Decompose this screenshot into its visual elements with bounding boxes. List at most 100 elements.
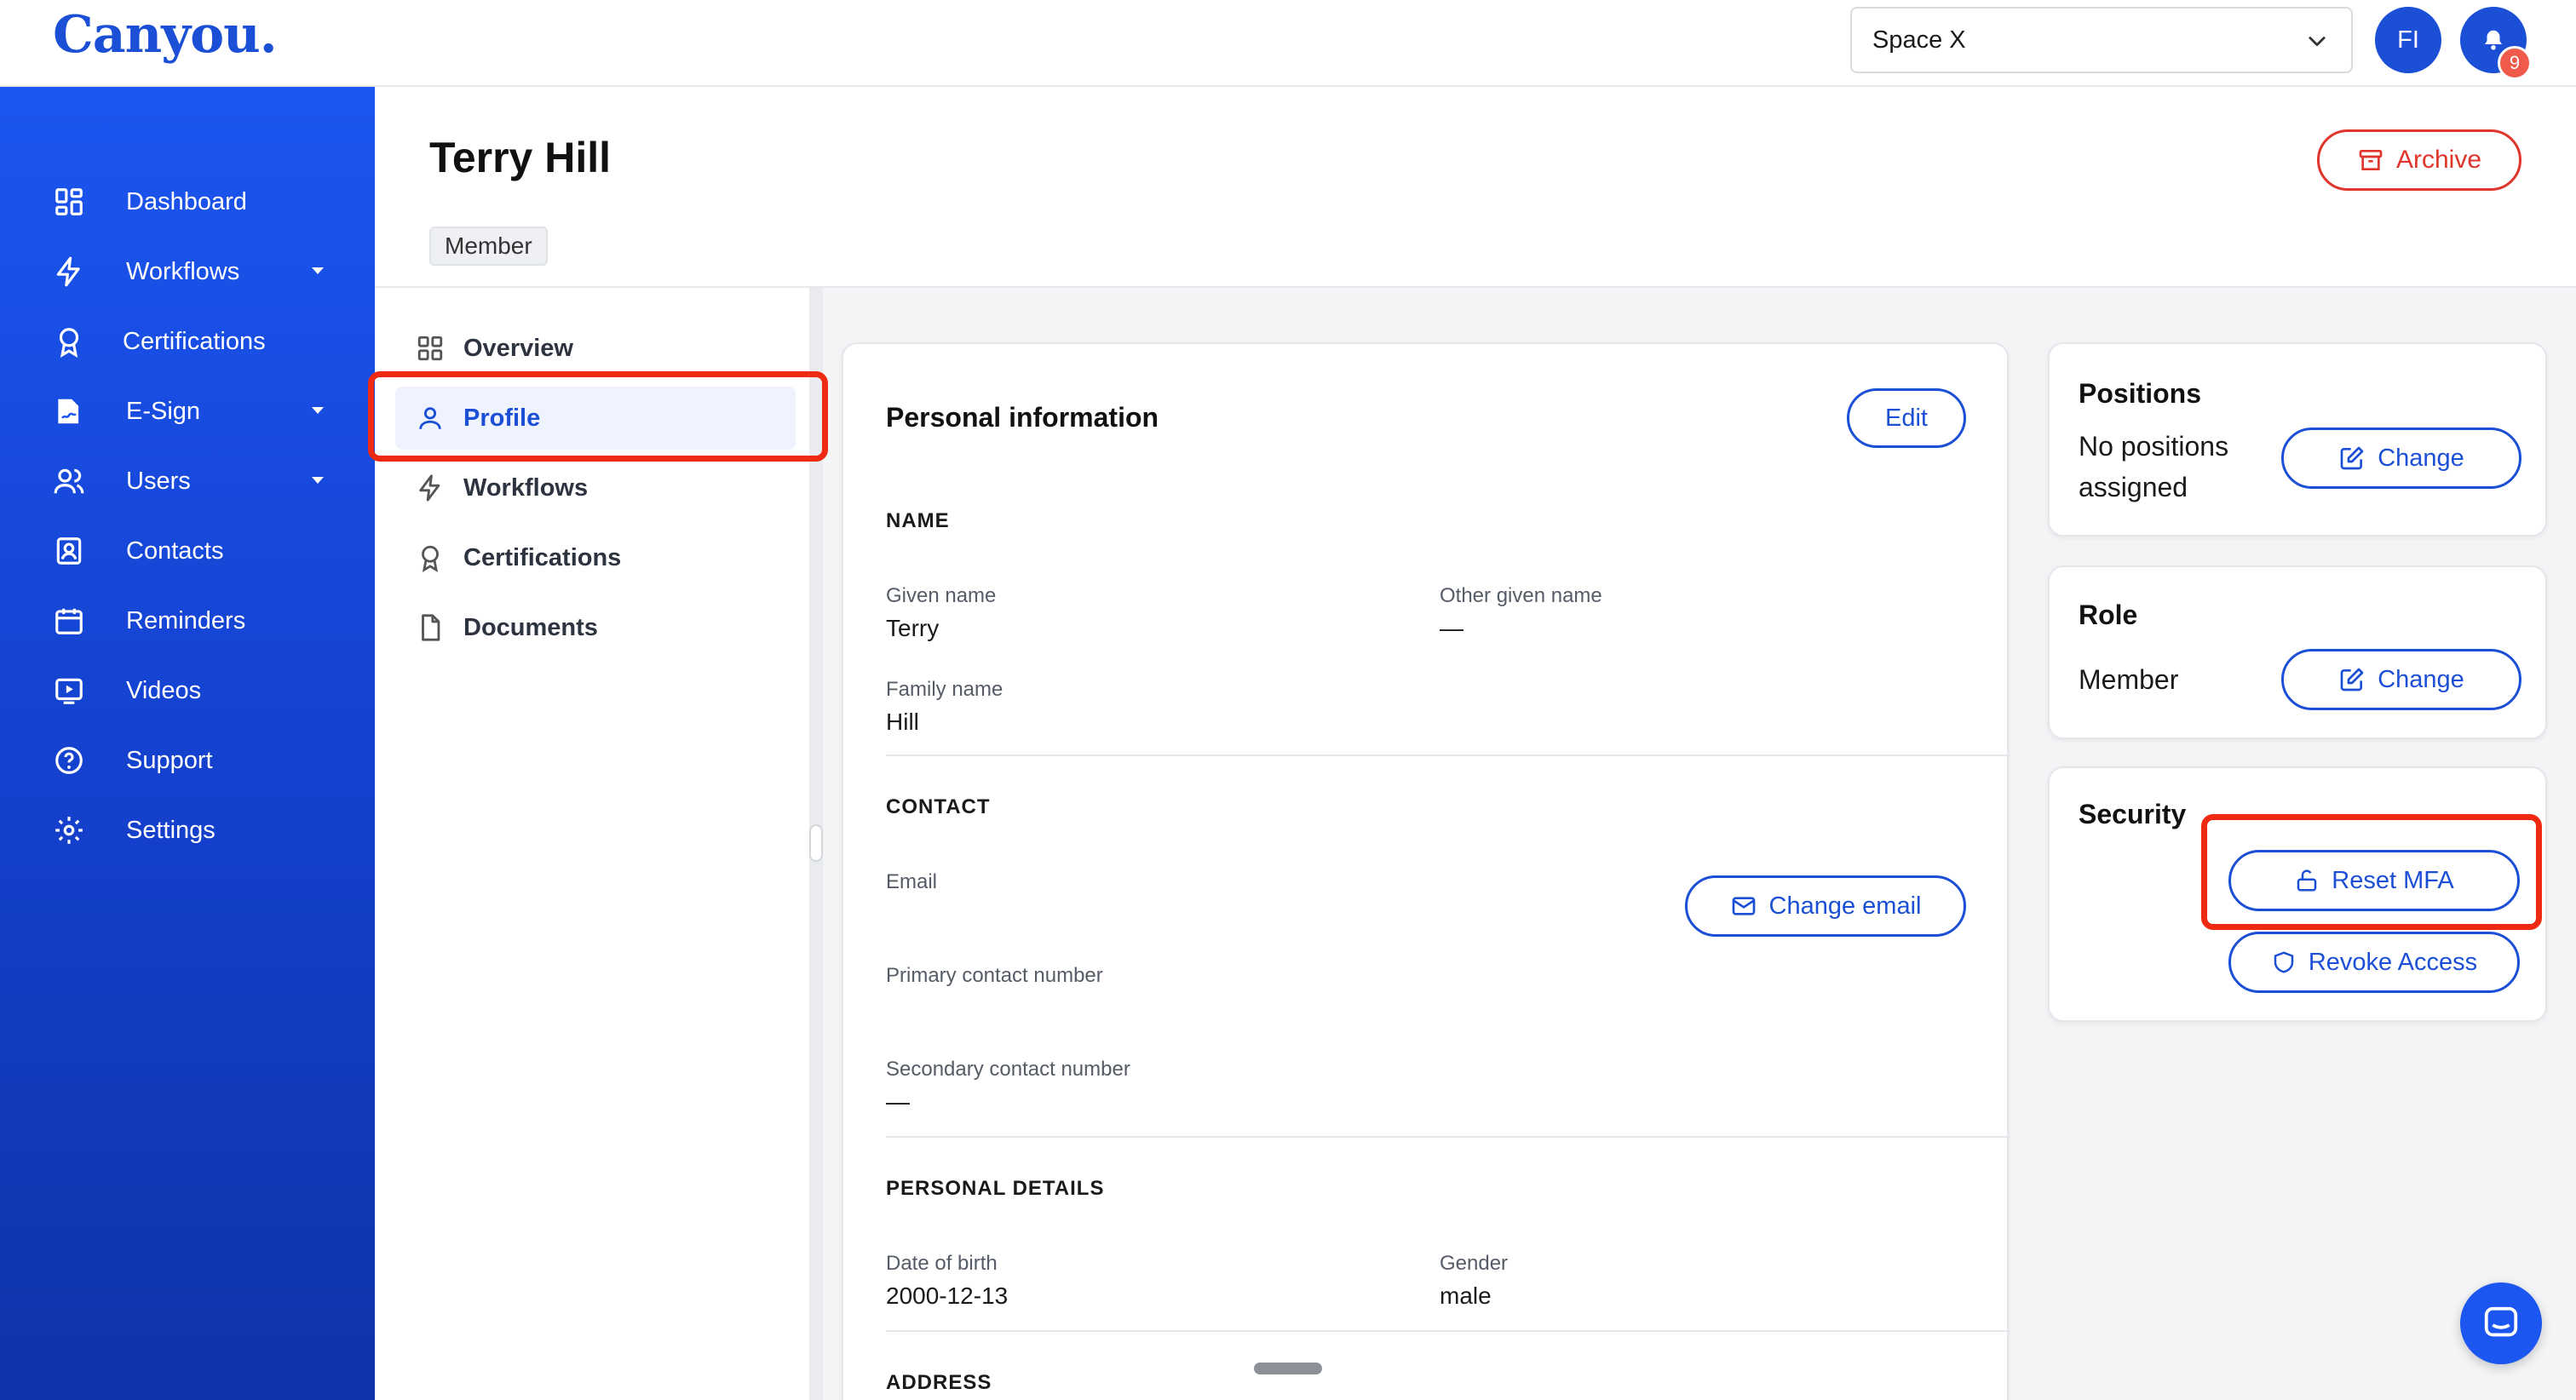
sidebar: Dashboard Workflows Certifications E-Sig…: [0, 87, 375, 1400]
grid-icon: [55, 188, 83, 215]
section-personal-details: PERSONAL DETAILS: [886, 1177, 1105, 1200]
role-value: Member: [2079, 664, 2179, 695]
sidebar-item-label: Reminders: [126, 606, 246, 634]
section-name: NAME: [886, 509, 950, 532]
sign-icon: [58, 399, 79, 424]
tab-overview[interactable]: Overview: [395, 317, 796, 380]
calendar-icon: [55, 608, 83, 634]
page-title: Terry Hill: [429, 134, 612, 181]
sidebar-item-videos[interactable]: Videos: [0, 661, 375, 720]
highlight-profile-tab: [368, 371, 828, 462]
email-label: Email: [886, 870, 938, 893]
tab-label: Overview: [463, 334, 573, 362]
chat-icon: [2484, 1306, 2518, 1337]
family-name-value: Hill: [886, 709, 919, 735]
subnav-resize-handle[interactable]: [809, 824, 823, 862]
change-email-label: Change email: [1768, 892, 1922, 920]
gender-label: Gender: [1440, 1252, 1509, 1275]
sidebar-item-dashboard[interactable]: Dashboard: [0, 172, 375, 232]
help-icon: [55, 747, 83, 774]
sidebar-item-reminders[interactable]: Reminders: [0, 591, 375, 651]
sidebar-item-label: Workflows: [126, 257, 240, 285]
video-icon: [55, 678, 83, 704]
card-title: Personal information: [886, 402, 1159, 433]
users-icon: [54, 468, 84, 494]
positions-text-line: No positions: [2079, 431, 2229, 462]
card-title: Positions: [2079, 378, 2202, 409]
sidebar-item-esign[interactable]: E-Sign: [0, 382, 375, 441]
contact-icon: [56, 537, 82, 565]
sidebar-item-label: Users: [126, 467, 191, 495]
scroll-indicator[interactable]: [1254, 1363, 1322, 1374]
section-address: ADDRESS: [886, 1371, 992, 1394]
given-name-value: Terry: [886, 615, 940, 641]
section-divider: [886, 1330, 2010, 1332]
edit-icon: [2340, 446, 2364, 470]
primary-contact-label: Primary contact number: [886, 964, 1103, 987]
caret-down-icon: [312, 477, 324, 484]
given-name-label: Given name: [886, 584, 997, 607]
positions-text-line: assigned: [2079, 472, 2188, 502]
dob-label: Date of birth: [886, 1252, 998, 1275]
document-icon: [422, 614, 440, 641]
change-role-button[interactable]: Change: [2281, 649, 2521, 710]
tab-documents[interactable]: Documents: [395, 596, 796, 659]
bolt-icon: [419, 474, 440, 502]
edit-button[interactable]: Edit: [1847, 388, 1966, 448]
award-icon: [422, 545, 439, 572]
sidebar-item-support[interactable]: Support: [0, 731, 375, 790]
gender-value: male: [1440, 1282, 1492, 1309]
tab-certifications[interactable]: Certifications: [395, 526, 796, 589]
sidebar-item-contacts[interactable]: Contacts: [0, 521, 375, 581]
tab-workflows[interactable]: Workflows: [395, 456, 796, 519]
workspace-select-value: Space X: [1872, 26, 1966, 54]
sidebar-item-label: Settings: [126, 816, 216, 844]
change-positions-button[interactable]: Change: [2281, 427, 2521, 489]
section-divider: [886, 755, 2010, 756]
section-contact: CONTACT: [886, 795, 991, 818]
notification-count-badge: 9: [2498, 46, 2532, 80]
archive-button-label: Archive: [2395, 146, 2482, 174]
sidebar-item-settings[interactable]: Settings: [0, 800, 375, 860]
tab-label: Workflows: [463, 473, 589, 502]
sidebar-item-users[interactable]: Users: [0, 451, 375, 511]
change-button-label: Change: [2378, 665, 2464, 693]
other-given-name-label: Other given name: [1440, 584, 1602, 607]
workspace-select[interactable]: Space X: [1850, 7, 2353, 73]
sidebar-item-label: Certifications: [123, 327, 266, 355]
change-email-button[interactable]: Change email: [1685, 875, 1966, 937]
chevron-down-icon: [2309, 37, 2326, 47]
archive-button[interactable]: Archive: [2317, 129, 2521, 191]
award-icon: [59, 328, 79, 358]
other-given-name-value: —: [1440, 615, 1463, 641]
tab-label: Documents: [463, 613, 598, 641]
sidebar-item-certifications[interactable]: Certifications: [0, 312, 375, 371]
bolt-icon: [56, 256, 80, 287]
chat-launcher-button[interactable]: [2460, 1282, 2542, 1364]
top-bar: Canyou. Space X FI 9: [0, 0, 2576, 87]
section-divider: [886, 1136, 2010, 1138]
positions-value: No positions assigned: [2079, 426, 2228, 508]
brand-logo[interactable]: Canyou.: [53, 5, 278, 65]
role-card: Role Member Change: [2048, 565, 2547, 739]
caret-down-icon: [312, 267, 324, 274]
grid-icon: [417, 336, 443, 361]
role-badge: Member: [429, 227, 548, 266]
sidebar-item-label: Support: [126, 746, 213, 774]
positions-card: Positions No positions assigned Change: [2048, 342, 2547, 536]
secondary-contact-label: Secondary contact number: [886, 1058, 1130, 1081]
archive-icon: [2359, 150, 2383, 170]
edit-icon: [2340, 668, 2364, 691]
revoke-access-label: Revoke Access: [2308, 948, 2478, 976]
sidebar-item-workflows[interactable]: Workflows: [0, 242, 375, 301]
revoke-access-button[interactable]: Revoke Access: [2228, 932, 2520, 993]
highlight-reset-mfa: [2201, 814, 2542, 930]
card-title: Role: [2079, 600, 2138, 630]
sidebar-item-label: Contacts: [126, 536, 224, 565]
gear-icon: [55, 817, 83, 844]
secondary-contact-value: —: [886, 1088, 910, 1115]
change-button-label: Change: [2378, 444, 2464, 472]
card-title: Security: [2079, 799, 2187, 829]
user-avatar[interactable]: FI: [2375, 7, 2441, 73]
tab-label: Certifications: [463, 543, 622, 571]
